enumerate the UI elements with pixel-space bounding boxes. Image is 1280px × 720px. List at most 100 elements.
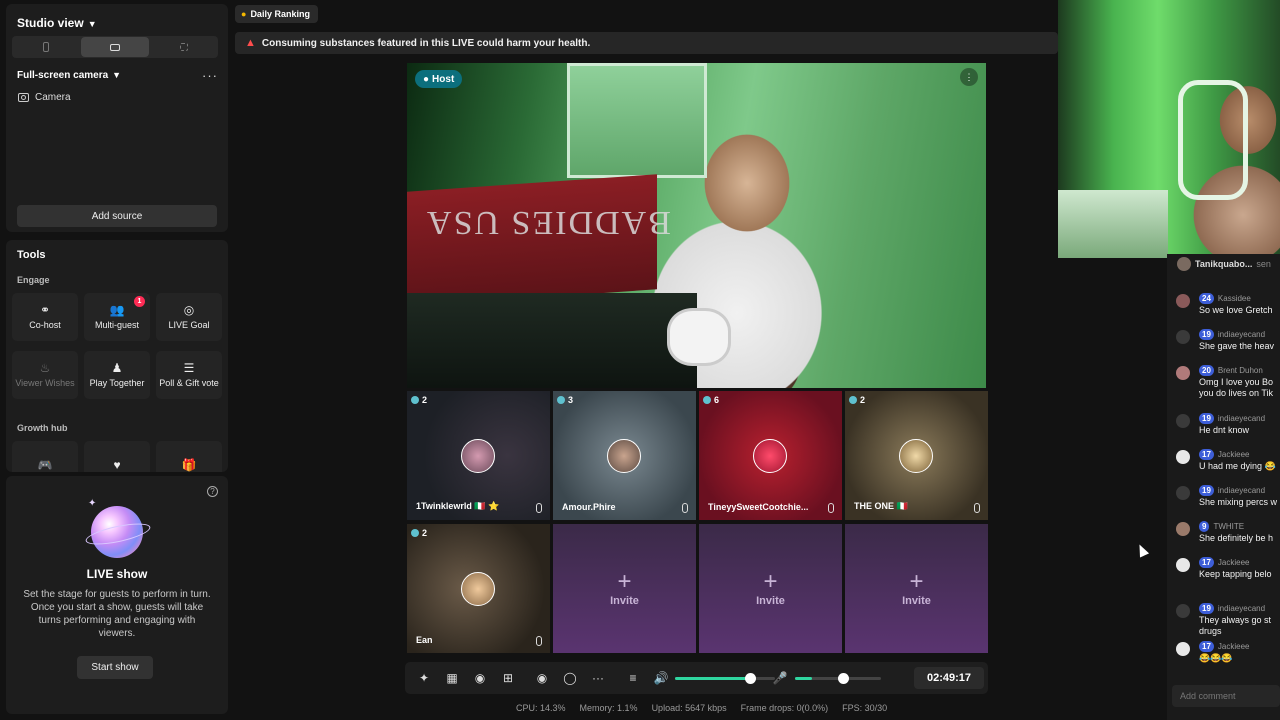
avatar[interactable]	[1176, 486, 1190, 500]
volume-icon[interactable]: 🔊	[653, 670, 669, 686]
help-icon[interactable]: ?	[207, 486, 218, 497]
mic-icon	[828, 503, 834, 513]
growth-tool-heart[interactable]: ♥	[84, 441, 150, 472]
chat-username[interactable]: indiaeyecand	[1218, 330, 1265, 339]
chat-username[interactable]: Kassidee	[1218, 294, 1251, 303]
add-source-button[interactable]: Add source	[17, 205, 217, 227]
avatar[interactable]	[1176, 414, 1190, 428]
more-options-icon[interactable]: ···	[202, 68, 218, 83]
scene-dropdown[interactable]: Full-screen camera ▼	[17, 70, 121, 81]
guest-name: Amour.Phire	[562, 502, 616, 512]
control-bar: ✦ ▦ ◉ ⊞ ◉ ◯ ··· ≡ 🔊 🎤 02:49:17	[405, 662, 988, 694]
rotate-icon	[180, 43, 188, 51]
cpu-stat: CPU: 14.3%	[516, 703, 566, 713]
growth-tool-game[interactable]: 🎮	[12, 441, 78, 472]
effects-wand-icon[interactable]: ✦	[416, 670, 432, 686]
screenshot-icon[interactable]: ◉	[472, 670, 488, 686]
multi-guest-tool[interactable]: 👥 Multi-guest 1	[84, 293, 150, 341]
chat-username[interactable]: Jackieee	[1218, 558, 1250, 567]
rotate-view-button[interactable]	[150, 36, 218, 58]
live-show-description: Set the stage for guests to perform in t…	[23, 589, 211, 639]
live-goal-tool[interactable]: ◎ LIVE Goal	[156, 293, 222, 341]
invite-slot[interactable]: + Invite	[699, 524, 842, 653]
start-show-button[interactable]: Start show	[77, 656, 153, 679]
mic-slider-handle[interactable]	[838, 673, 850, 684]
chat-username[interactable]: Brent Duhon	[1218, 366, 1263, 375]
avatar[interactable]	[1176, 294, 1190, 308]
notification-badge: 1	[134, 296, 145, 307]
chat-username[interactable]: TWHITE	[1213, 522, 1244, 531]
performance-stats: CPU: 14.3% Memory: 1.1% Upload: 5647 kbp…	[516, 703, 901, 713]
chat-message: 19 indiaeyecand They always go st drugs	[1167, 602, 1280, 636]
chat-message: 19 indiaeyecand She mixing percs w	[1167, 484, 1280, 518]
chat-text: She mixing percs w	[1199, 497, 1278, 507]
avatar[interactable]	[1176, 330, 1190, 344]
chevron-down-icon: ▼	[87, 19, 97, 29]
avatar	[899, 439, 933, 473]
guest-tile[interactable]: 2 THE ONE 🇮🇹	[845, 391, 988, 520]
add-comment-input[interactable]: Add comment	[1172, 685, 1280, 707]
mic-icon	[536, 503, 542, 513]
level-badge: 24	[1199, 293, 1214, 304]
source-item-camera[interactable]: Camera	[18, 92, 71, 103]
chat-text: She gave the heav	[1199, 341, 1275, 351]
host-more-options-icon[interactable]: ⋮	[960, 68, 978, 86]
chat-panel: Tanikquabo... sen 24 Kassidee So we love G…	[1167, 254, 1280, 720]
banner-text: BADDIES USA	[425, 204, 671, 241]
volume-slider-handle[interactable]	[745, 673, 756, 684]
record-icon[interactable]: ◉	[534, 670, 550, 686]
invite-slot[interactable]: + Invite	[845, 524, 988, 653]
host-video[interactable]: BADDIES USA	[407, 63, 986, 388]
screen-landscape-icon	[110, 43, 120, 51]
growth-hub-label: Growth hub	[17, 423, 68, 433]
add-media-icon[interactable]: ⊞	[500, 670, 516, 686]
chat-username[interactable]: indiaeyecand	[1218, 414, 1265, 423]
poll-gift-vote-tool[interactable]: ☰ Poll & Gift vote	[156, 351, 222, 399]
avatar	[753, 439, 787, 473]
adjust-icon[interactable]: ≡	[625, 670, 641, 686]
studio-view-dropdown[interactable]: Studio view ▼	[17, 16, 97, 30]
guest-tile[interactable]: 2 1Twinklewrld 🇮🇹 ⭐	[407, 391, 550, 520]
guest-tile[interactable]: 2 Ean	[407, 524, 550, 653]
chevron-down-icon: ▼	[112, 70, 122, 80]
plus-icon: +	[909, 567, 924, 595]
gift-icon: 🎁	[181, 458, 197, 472]
more-icon[interactable]: ···	[590, 670, 606, 686]
microphone-icon[interactable]: 🎤	[772, 670, 788, 686]
avatar[interactable]	[1176, 522, 1190, 536]
heart-icon: ♥	[113, 458, 121, 472]
chat-username[interactable]: Jackieee	[1218, 642, 1250, 651]
portrait-view-button[interactable]	[12, 36, 80, 58]
avatar[interactable]	[1176, 450, 1190, 464]
sparkle-icon: ✦	[88, 498, 97, 509]
chat-username[interactable]: indiaeyecand	[1218, 486, 1265, 495]
guest-tile[interactable]: 3 Amour.Phire	[553, 391, 696, 520]
daily-ranking-button[interactable]: ● Daily Ranking	[235, 5, 318, 23]
avatar	[1177, 257, 1191, 271]
avatar[interactable]	[1176, 642, 1190, 656]
chat-username[interactable]: Jackieee	[1218, 450, 1250, 459]
volume-slider[interactable]	[675, 677, 775, 680]
camera-settings-icon[interactable]: ◯	[562, 670, 578, 686]
play-icon: ♟	[111, 360, 123, 375]
play-together-tool[interactable]: ♟ Play Together	[84, 351, 150, 399]
guest-tile[interactable]: 6 TineyySweetCootchie...	[699, 391, 842, 520]
chat-message: 17 Jackieee U had me dying 😂	[1167, 448, 1280, 482]
avatar[interactable]	[1176, 366, 1190, 380]
chat-username[interactable]: indiaeyecand	[1218, 604, 1265, 613]
viewer-wishes-tool[interactable]: ♨ Viewer Wishes	[12, 351, 78, 399]
growth-tool-gift[interactable]: 🎁	[156, 441, 222, 472]
users-icon: 👥	[109, 302, 125, 317]
avatar[interactable]	[1176, 604, 1190, 618]
chat-message: 19 indiaeyecand She gave the heav	[1167, 328, 1280, 362]
landscape-view-button[interactable]	[81, 37, 149, 57]
chat-message: 9 TWHITE She definitely be h	[1167, 520, 1280, 554]
guest-count: 2	[849, 395, 865, 405]
layout-icon[interactable]: ▦	[444, 670, 460, 686]
chat-text: She definitely be h	[1199, 533, 1274, 543]
avatar[interactable]	[1176, 558, 1190, 572]
invite-slot[interactable]: + Invite	[553, 524, 696, 653]
camera-icon	[18, 93, 29, 102]
chat-text: Omg I love you Bo you do lives on Tik	[1199, 377, 1274, 398]
co-host-tool[interactable]: ⚭ Co-host	[12, 293, 78, 341]
